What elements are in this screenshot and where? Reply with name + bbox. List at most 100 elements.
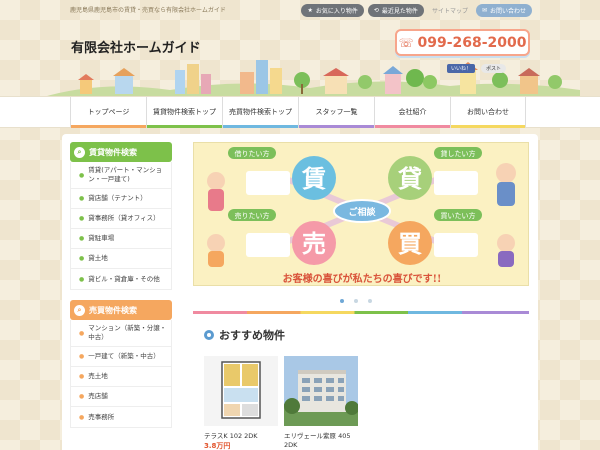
floorplan-image[interactable] [204, 356, 278, 426]
want-buy-label: 買いたい方 [441, 211, 476, 220]
bullet-icon: ● [79, 195, 85, 202]
bullet-icon: ● [79, 171, 85, 179]
slider-dot[interactable] [368, 299, 372, 303]
search-icon: ⌕ [74, 146, 85, 158]
nav-item[interactable]: お問い合わせ [450, 97, 526, 128]
sidebar-item-label: 貸ビル・貸倉庫・その他 [88, 274, 160, 283]
kanji-rent: 賃 [301, 164, 326, 193]
want-sell-label: 売りたい方 [235, 211, 270, 220]
sidebar-item[interactable]: ● 貸店舗（テナント） [71, 189, 171, 209]
sidebar-item-label: 一戸建て（新築・中古） [88, 352, 160, 360]
sidebar-item-label: 売店舗 [88, 392, 108, 400]
main-panel: ⌕ 賃貸物件検索 ● 賃貸(アパート・マンション・一戸建て) ● 貸店舗（テナント） ●… [62, 134, 538, 450]
bullet-icon: ● [79, 373, 85, 380]
town-illustration [40, 60, 580, 98]
slider-dot[interactable] [354, 299, 358, 303]
rent-search-title: 賃貸物件検索 [89, 147, 137, 157]
banner-slogan: お客様の喜びが私たちの喜びです!! [283, 272, 442, 285]
sidebar-item-label: 貸駐車場 [88, 234, 115, 242]
sidebar-item-label: 貸事務所（貸オフィス） [88, 214, 160, 222]
building-photo[interactable] [284, 356, 358, 426]
sidebar-item[interactable]: ● 貸土地 [71, 249, 171, 269]
sidebar-item-label: マンション（新築・分譲・中古） [88, 324, 167, 341]
bullet-icon: ● [79, 215, 85, 222]
sidebar-item[interactable]: ● 売土地 [71, 367, 171, 387]
sidebar-item-label: 売事務所 [88, 412, 115, 421]
contact-label: お問い合わせ [489, 8, 526, 15]
mail-icon: ✉ [481, 7, 487, 14]
sidebar-item[interactable]: ● 賃貸(アパート・マンション・一戸建て) [71, 162, 171, 189]
history-icon: ⟲ [373, 7, 379, 14]
nav-item[interactable]: 会社紹介 [374, 97, 450, 128]
bullet-icon: ● [79, 413, 85, 421]
nav-item[interactable]: 売買物件検索トップ [222, 97, 298, 128]
want-lend-label: 貸したい方 [441, 149, 476, 158]
kanji-lend: 貸 [398, 164, 422, 193]
social-buttons: いいね！ ポスト [447, 64, 507, 73]
sale-search-title: 売買物件検索 [89, 305, 137, 315]
bullet-icon: ● [79, 353, 85, 360]
sidebar-item-label: 貸店舗（テナント） [88, 194, 147, 202]
recent-label: 最近見た物件 [381, 8, 418, 15]
sidebar-item-label: 賃貸(アパート・マンション・一戸建て) [88, 166, 163, 183]
search-icon: ⌕ [74, 304, 85, 316]
phone-number-text: 099-268-2000 [417, 34, 527, 51]
recommend-heading: おすすめ物件 [204, 327, 285, 343]
global-nav: トップページ 賃貸物件検索トップ 売買物件検索トップ スタッフ一覧 会社紹介 お問い合わせ [0, 96, 600, 128]
top-strip: 鹿児島県鹿児島市の賃貸・売買なら有限会社ホームガイド ★ お気に入り物件 ⟲ 最… [0, 0, 600, 22]
global-nav-list: トップページ 賃貸物件検索トップ 売買物件検索トップ スタッフ一覧 会社紹介 お問い合わせ [70, 97, 526, 128]
slider-dots [340, 299, 372, 303]
bullet-icon: ● [79, 275, 85, 283]
recommend-title: おすすめ物件 [219, 329, 285, 342]
rainbow-divider [193, 311, 529, 314]
property-name: テラスK 102 2DK [204, 432, 258, 440]
sidebar-item[interactable]: ● 貸ビル・貸倉庫・その他 [71, 269, 171, 289]
slider-dot[interactable] [340, 299, 344, 303]
want-rent-label: 借りたい方 [235, 149, 270, 158]
bullet-icon: ● [79, 255, 85, 262]
sidebar-item[interactable]: ● 売店舗 [71, 387, 171, 407]
site-tagline: 鹿児島県鹿児島市の賃貸・売買なら有限会社ホームガイド [70, 7, 226, 14]
kanji-buy: 買 [398, 229, 422, 258]
nav-item[interactable]: スタッフ一覧 [298, 97, 374, 128]
recent-button[interactable]: ⟲ 最近見た物件 [367, 4, 424, 17]
hero-banner[interactable]: 賃 貸 売 買 ご相談 借りたい方 貸したい方 売りたい方 買いたい方 お客様の… [193, 142, 529, 286]
property-card[interactable]: テラスK 102 2DK 3.8万円 [204, 356, 278, 450]
property-card[interactable]: エリヴェール紫原 405 2DK [284, 356, 358, 450]
banner-illustration: 賃 貸 売 買 ご相談 借りたい方 貸したい方 売りたい方 買いたい方 お客様の… [194, 143, 528, 285]
nav-item[interactable]: トップページ [70, 97, 146, 128]
property-price: 3.8万円 [204, 442, 231, 450]
favorites-button[interactable]: ★ お気に入り物件 [301, 4, 364, 17]
sidebar-item[interactable]: ● 一戸建て（新築・中古） [71, 347, 171, 367]
phone-icon: ☏ [398, 35, 414, 50]
top-utility-nav: ★ お気に入り物件 ⟲ 最近見た物件 サイトマップ ✉ お問い合わせ [301, 4, 532, 17]
rent-search-heading: ⌕ 賃貸物件検索 [70, 142, 172, 162]
nav-item[interactable]: 賃貸物件検索トップ [146, 97, 222, 128]
sale-search-heading: ⌕ 売買物件検索 [70, 300, 172, 320]
sitemap-link[interactable]: サイトマップ [428, 6, 472, 15]
sidebar-item[interactable]: ● 貸駐車場 [71, 229, 171, 249]
bullet-icon: ● [79, 329, 85, 337]
twitter-post-button[interactable]: ポスト [481, 64, 507, 73]
favorites-label: お気に入り物件 [315, 8, 358, 15]
consult-label: ご相談 [348, 206, 376, 218]
bullet-icon: ● [79, 393, 85, 400]
facebook-like-button[interactable]: いいね！ [447, 64, 476, 73]
sidebar-item-label: 売土地 [88, 372, 108, 380]
site-header: 有限会社ホームガイド ☏ 099-268-2000 いいね！ ポスト [0, 22, 600, 98]
sidebar-item-label: 貸土地 [88, 254, 108, 262]
sale-category-list: ● マンション（新築・分譲・中古） ● 一戸建て（新築・中古） ● 売土地 ● 売店舗 ● 売事務… [70, 320, 172, 428]
sidebar-item[interactable]: ● 貸事務所（貸オフィス） [71, 209, 171, 229]
bullet-icon: ● [79, 235, 85, 242]
rent-category-list: ● 賃貸(アパート・マンション・一戸建て) ● 貸店舗（テナント） ● 貸事務所（貸オフィ… [70, 162, 172, 290]
company-logo[interactable]: 有限会社ホームガイド [71, 37, 201, 56]
kanji-sell: 売 [302, 229, 326, 258]
star-icon: ★ [307, 7, 313, 14]
phone-number[interactable]: ☏ 099-268-2000 [395, 29, 530, 56]
sidebar: ⌕ 賃貸物件検索 ● 賃貸(アパート・マンション・一戸建て) ● 貸店舗（テナント） ●… [70, 142, 172, 438]
property-name: エリヴェール紫原 405 2DK [284, 432, 351, 449]
sidebar-item[interactable]: ● 売事務所 [71, 407, 171, 427]
contact-button[interactable]: ✉ お問い合わせ [475, 4, 532, 17]
circle-bullet-icon [204, 330, 214, 340]
sidebar-item[interactable]: ● マンション（新築・分譲・中古） [71, 320, 171, 347]
